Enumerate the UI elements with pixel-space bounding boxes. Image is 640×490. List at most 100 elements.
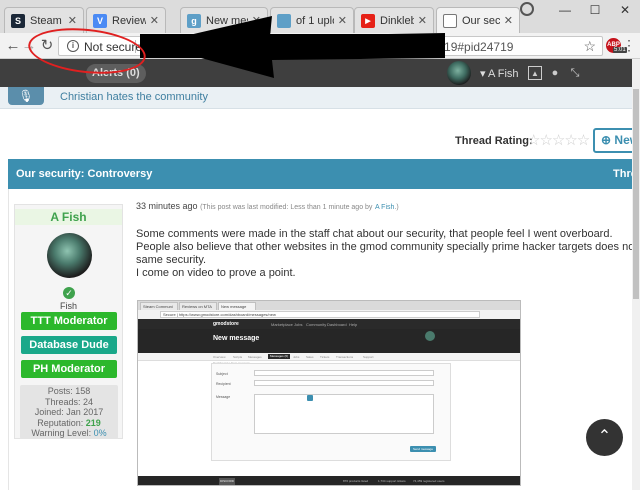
embed-logo: gmodstore — [213, 321, 239, 327]
post-body: Some comments were made in the staff cha… — [136, 228, 632, 280]
menu-kebab-icon[interactable]: ⋮ — [622, 37, 636, 53]
new-reply-label: New — [614, 133, 632, 147]
tab-close-icon[interactable]: ✕ — [252, 14, 261, 27]
tab-close-icon[interactable]: ✕ — [418, 14, 427, 27]
embed-footer: DISCORD 876 products listed 1,734 suppor… — [138, 476, 520, 485]
tab-title: New messa — [206, 14, 248, 27]
thread-title: Our security: Controversy — [16, 168, 153, 180]
header-avatar[interactable] — [447, 61, 471, 85]
tab-close-icon[interactable]: ✕ — [150, 14, 159, 27]
user-dropdown-icon: ▾ — [480, 68, 486, 80]
stat-joined: Joined: Jan 2017 — [34, 407, 104, 417]
embed-nav-link: Jobs — [294, 322, 303, 327]
embed-form: Subject Recipient Message Send message — [211, 363, 451, 461]
microphone-icon: 🎙 — [8, 87, 44, 105]
embed-footer-stat: 1,734 support tickets — [378, 479, 406, 483]
rating-stars[interactable]: ☆☆☆☆☆ — [527, 131, 590, 149]
embed-nav-link: Help — [349, 322, 358, 327]
reviews-favicon-icon: V — [93, 13, 107, 28]
bookmark-star-icon[interactable]: ☆ — [583, 38, 596, 55]
edit-note-close: .) — [394, 204, 399, 211]
embed-tab: New message — [218, 302, 256, 310]
minimize-icon[interactable]: — — [550, 0, 580, 22]
tab-title: Steam Cor — [30, 14, 64, 27]
embed-page-title: New message — [213, 335, 260, 342]
browser-tab-3[interactable]: g New messa ✕ — [180, 7, 268, 33]
post-meta: 33 minutes ago (This post was last modif… — [136, 201, 399, 211]
url-text-end[interactable]: 24719#pid24719 — [424, 40, 513, 54]
stat-warning-value[interactable]: 0% — [94, 428, 107, 438]
embed-recipient-label: Recipient — [216, 382, 231, 386]
embed-subnav: Overview Scripts Messages Messages (0) J… — [138, 353, 520, 361]
embed-subnav-item: Messages — [248, 355, 262, 359]
announcement-text[interactable]: Christian hates the community — [60, 91, 208, 103]
tab-title: Reviews on — [112, 14, 146, 27]
embed-nav-link: Marketplace — [271, 322, 293, 327]
browser-tab-strip: S Steam Cor ✕ V Reviews on ✕ g New messa… — [0, 0, 640, 33]
stat-warning-label: Warning Level: — [31, 428, 92, 438]
window-controls: — ☐ ✕ — [550, 0, 640, 22]
embed-subnav-item: Jobs — [293, 355, 300, 359]
embed-hero: New message — [138, 329, 520, 353]
post-line: I come on video to prove a point. — [136, 267, 296, 279]
browser-tab-4[interactable]: of 1 uploa ✕ — [270, 7, 354, 33]
role-badge-ttt-moderator: TTT Moderator — [21, 312, 117, 330]
maximize-icon[interactable]: ☐ — [580, 0, 610, 22]
browser-tab-5[interactable]: ▶ Dinkleberg ✕ — [354, 7, 434, 33]
embed-subnav-item: Transactions — [336, 355, 354, 359]
steam-favicon-icon: S — [11, 13, 25, 28]
browser-tab-6[interactable]: Our secu ✕ — [436, 7, 520, 33]
embed-subnav-item: Scripts — [233, 355, 243, 359]
gmodstore-favicon-icon: g — [187, 13, 201, 28]
embed-subnav-item: Sales — [306, 355, 314, 359]
youtube-favicon-icon: ▶ — [361, 13, 375, 28]
embed-nav-link: Dashboard — [327, 322, 347, 327]
embed-footer-stat: 876 products listed — [343, 479, 369, 483]
embed-address-bar: Secure | https://www.gmodstore.com/dashb… — [138, 310, 520, 319]
stat-reputation: Reputation: 219 — [20, 418, 118, 429]
upload-favicon-icon — [277, 13, 291, 28]
embed-subnav-item: Tickets — [320, 355, 330, 359]
embed-url: Secure | https://www.gmodstore.com/dashb… — [160, 311, 480, 318]
embed-send-button: Send message — [410, 446, 437, 452]
embed-tabs: Steam Communi Reviews on MTA New message — [138, 301, 520, 310]
embed-tab: Steam Communi — [140, 302, 178, 310]
gallery-icon[interactable]: ▲ — [528, 66, 542, 80]
tab-close-icon[interactable]: ✕ — [68, 14, 77, 27]
page-favicon-icon — [443, 13, 457, 28]
drop-icon[interactable]: ● — [548, 66, 562, 80]
scrollbar-thumb[interactable] — [633, 89, 639, 299]
tab-close-icon[interactable]: ✕ — [338, 14, 347, 27]
back-to-top-button[interactable]: ⌃ — [586, 419, 623, 456]
embed-tab: Reviews on MTA — [179, 302, 217, 310]
header-user-menu[interactable]: ▾ A Fish — [480, 67, 519, 80]
new-reply-button[interactable]: ⊕ New — [593, 128, 632, 153]
post-author-name[interactable]: A Fish — [15, 209, 122, 225]
url-redaction-box — [140, 34, 422, 58]
role-badge-database-dude: Database Dude — [21, 336, 117, 354]
stat-reputation-label: Reputation: — [37, 417, 84, 428]
embed-subject-field — [254, 370, 434, 376]
stat-threads: Threads: 24 — [44, 396, 94, 407]
embed-recipient-field — [254, 380, 434, 386]
thread-tools-link[interactable]: Threa — [613, 168, 632, 180]
header-username: A Fish — [487, 68, 519, 80]
embedded-screenshot[interactable]: Steam Communi Reviews on MTA New message… — [137, 300, 521, 486]
embed-subnav-item-active: Messages (0) — [268, 354, 291, 359]
thread-header: Our security: Controversy Threa — [8, 159, 632, 189]
announcement-bar: 🎙 Christian hates the community — [0, 87, 632, 109]
close-window-icon[interactable]: ✕ — [610, 0, 640, 22]
collapse-icon[interactable]: ⤡ — [568, 66, 582, 80]
post-author-avatar[interactable] — [47, 233, 92, 278]
page-scrollbar[interactable] — [632, 59, 640, 490]
profile-icon[interactable] — [520, 2, 534, 16]
post-author-box: A Fish ✓ Fish TTT Moderator Database Dud… — [14, 204, 123, 439]
embed-subnav-item: Support — [363, 355, 374, 359]
tab-close-icon[interactable]: ✕ — [504, 14, 513, 27]
edit-by-link[interactable]: A Fish — [375, 204, 394, 211]
browser-tab-2[interactable]: V Reviews on ✕ — [86, 7, 166, 33]
post-time[interactable]: 33 minutes ago — [136, 201, 198, 211]
stat-posts: Posts: 158 — [47, 386, 91, 396]
stat-reputation-value[interactable]: 219 — [86, 418, 101, 428]
embed-subnav-item: Overview — [213, 355, 226, 359]
